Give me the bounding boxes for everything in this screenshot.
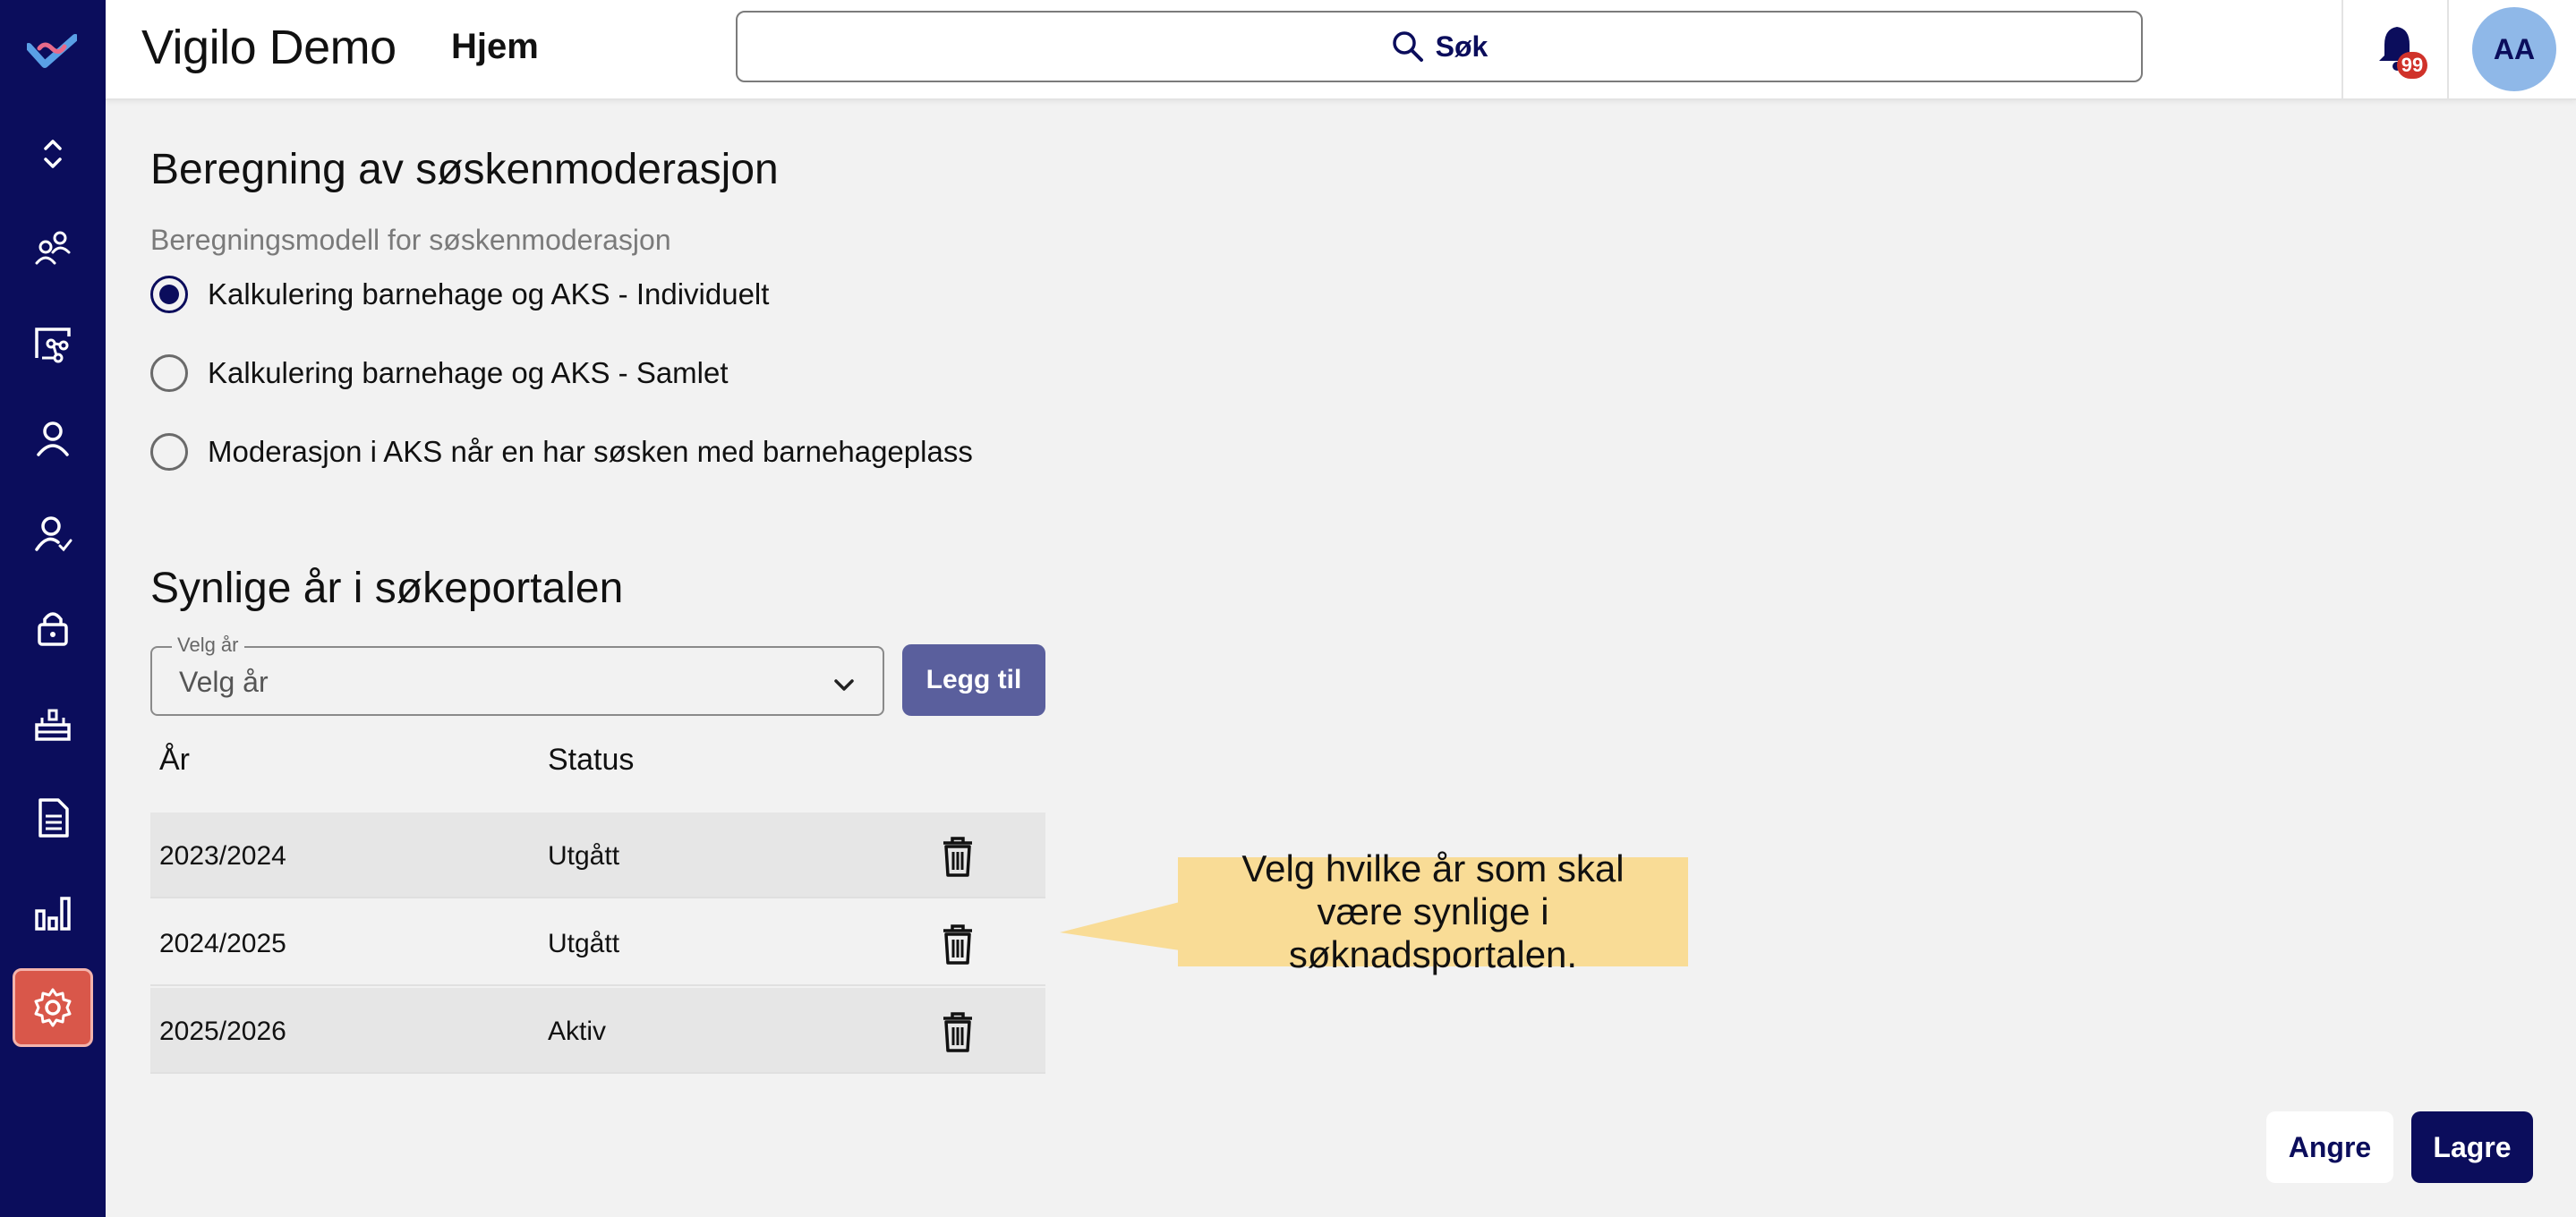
table-row: 2024/2025 Utgått — [150, 900, 1045, 986]
sidebar-item-settings[interactable] — [13, 968, 93, 1047]
header-divider — [2447, 0, 2449, 100]
search-label: Søk — [1435, 30, 1488, 63]
radio-button[interactable] — [150, 433, 188, 471]
home-link[interactable]: Hjem — [451, 27, 539, 67]
expand-collapse-icon — [44, 140, 62, 168]
sidebar-item-groups[interactable] — [13, 209, 93, 288]
status-cell: Aktiv — [548, 1017, 607, 1046]
person-check-icon — [35, 516, 73, 552]
trash-icon[interactable] — [940, 923, 976, 965]
lock-icon — [38, 612, 68, 646]
sidebar-item-expand[interactable] — [13, 115, 93, 193]
sidebar-item-network[interactable] — [13, 304, 93, 383]
tooltip-callout: Velg hvilke år som skal være synlige i s… — [1178, 847, 1688, 975]
bar-chart-icon — [35, 897, 71, 931]
notifications-button[interactable]: 99 — [2376, 20, 2429, 82]
search-icon — [1392, 31, 1423, 62]
table-header: År Status — [150, 743, 1045, 789]
radio-label: Kalkulering barnehage og AKS - Samlet — [208, 356, 729, 389]
radio-option-combined[interactable]: Kalkulering barnehage og AKS - Samlet — [150, 351, 729, 396]
kindergarten-icon — [35, 709, 71, 741]
network-icon — [35, 328, 71, 363]
save-button[interactable]: Lagre — [2411, 1111, 2533, 1183]
add-year-button[interactable]: Legg til — [902, 644, 1045, 716]
radio-option-aks-moderation[interactable]: Moderasjon i AKS når en har søsken med b… — [150, 430, 973, 474]
sidebar — [0, 0, 106, 1217]
year-select[interactable]: Velg år Velg år — [150, 634, 884, 716]
column-header-status: Status — [548, 743, 635, 777]
table-row: 2023/2024 Utgått — [150, 813, 1045, 898]
cancel-button[interactable]: Angre — [2266, 1111, 2393, 1183]
gear-icon — [34, 988, 72, 1027]
callout-pointer — [1060, 902, 1180, 950]
status-cell: Utgått — [548, 841, 620, 871]
sidebar-item-lock[interactable] — [13, 589, 93, 668]
status-cell: Utgått — [548, 929, 620, 958]
sidebar-item-documents[interactable] — [13, 779, 93, 857]
document-icon — [38, 798, 69, 838]
sidebar-item-person[interactable] — [13, 399, 93, 478]
search-input[interactable]: Søk — [736, 11, 2143, 82]
section-title-sibling-discount: Beregning av søskenmoderasjon — [150, 146, 779, 193]
sidebar-item-kindergarten[interactable] — [13, 684, 93, 762]
year-cell: 2025/2026 — [159, 1017, 286, 1046]
radio-option-individual[interactable]: Kalkulering barnehage og AKS - Individue… — [150, 272, 769, 317]
radio-button[interactable] — [150, 354, 188, 392]
sidebar-item-reports[interactable] — [13, 873, 93, 952]
radio-button-checked[interactable] — [150, 276, 188, 313]
person-icon — [37, 421, 69, 456]
app-title: Vigilo Demo — [141, 21, 397, 74]
year-cell: 2023/2024 — [159, 841, 286, 871]
vigilo-logo-icon[interactable] — [27, 34, 77, 70]
trash-icon[interactable] — [940, 1011, 976, 1052]
section-title-visible-years: Synlige år i søkeportalen — [150, 565, 624, 612]
table-row: 2025/2026 Aktiv — [150, 988, 1045, 1074]
year-cell: 2024/2025 — [159, 929, 286, 958]
chevron-down-icon — [834, 679, 854, 691]
header-divider — [2341, 0, 2343, 100]
notification-badge: 99 — [2397, 52, 2427, 79]
year-select-legend: Velg år — [172, 634, 244, 657]
radio-label: Kalkulering barnehage og AKS - Individue… — [208, 277, 770, 311]
radio-label: Moderasjon i AKS når en har søsken med b… — [208, 435, 973, 468]
column-header-year: År — [159, 743, 190, 777]
sidebar-item-person-check[interactable] — [13, 494, 93, 573]
calculation-model-label: Beregningsmodell for søskenmoderasjon — [150, 224, 671, 256]
top-bar: Vigilo Demo Hjem Søk 99 AA — [106, 0, 2576, 100]
groups-icon — [35, 231, 71, 265]
year-select-value: Velg år — [179, 666, 269, 698]
avatar[interactable]: AA — [2472, 7, 2556, 91]
trash-icon[interactable] — [940, 836, 976, 877]
